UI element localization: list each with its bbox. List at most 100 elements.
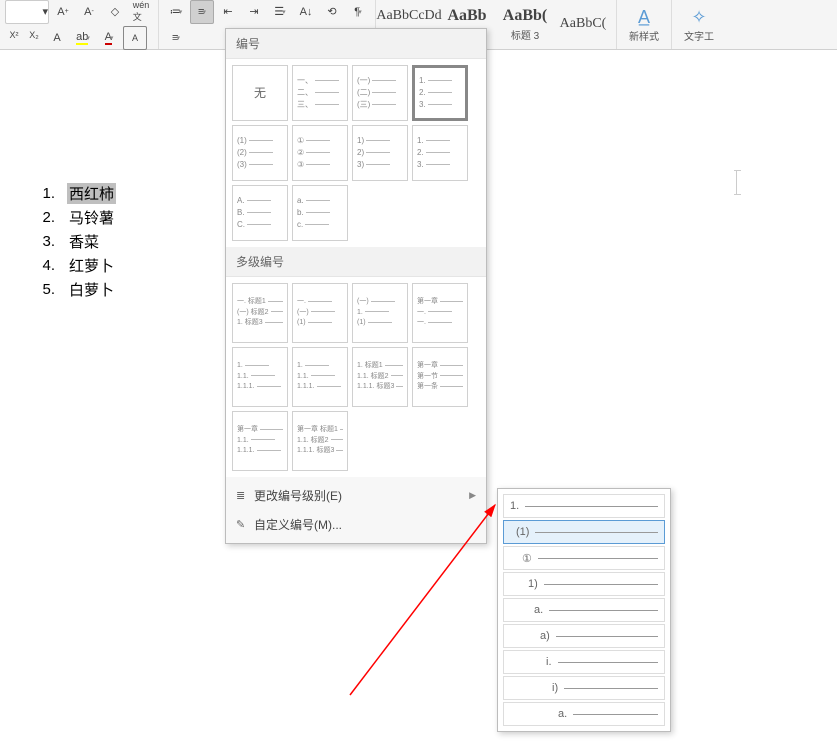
- option-line: 3.: [419, 99, 461, 111]
- numbering-option[interactable]: 第一章一.一.: [412, 283, 468, 343]
- numbering-option[interactable]: ①②③: [292, 125, 348, 181]
- document-list-item[interactable]: 1.西红柿: [25, 183, 116, 204]
- increase-indent-icon[interactable]: ⇥: [242, 0, 266, 24]
- level-line: [538, 558, 658, 559]
- level-line: [535, 532, 658, 533]
- numbering-option[interactable]: A.B.C.: [232, 185, 288, 241]
- level-prefix: (1): [516, 526, 529, 538]
- custom-number-item[interactable]: ✎ 自定义编号(M)...: [226, 510, 486, 539]
- char-border-icon[interactable]: A: [123, 26, 147, 50]
- numbering-option[interactable]: 1. 标题11.1. 标题21.1.1. 标题3: [352, 347, 408, 407]
- option-line: (一) 标题2: [237, 308, 283, 319]
- numbering-option[interactable]: a.b.c.: [292, 185, 348, 241]
- text-direction-icon[interactable]: ⟲: [320, 0, 344, 24]
- option-line: 3): [357, 159, 403, 171]
- level-submenu: 1.(1)①1)a.a)i.i)a.: [497, 488, 671, 732]
- show-marks-icon[interactable]: ¶▾: [346, 0, 370, 24]
- numbering-none[interactable]: 无: [232, 65, 288, 121]
- numbering-option[interactable]: 一.(一) (1): [292, 283, 348, 343]
- numbering-option[interactable]: 1.1.1. 1.1.1.: [292, 347, 348, 407]
- option-line: 三、: [297, 99, 343, 111]
- line-spacing-icon[interactable]: ☰▾: [268, 0, 292, 24]
- level-option[interactable]: 1.: [503, 494, 665, 518]
- superscript-icon[interactable]: X²: [5, 26, 23, 44]
- subscript-icon[interactable]: X₂: [25, 26, 43, 44]
- option-line: 3.: [417, 159, 463, 171]
- level-option[interactable]: 1): [503, 572, 665, 596]
- numbering-option[interactable]: (一)(二)(三): [352, 65, 408, 121]
- level-prefix: i.: [546, 656, 552, 668]
- option-line: C.: [237, 219, 283, 231]
- bullet-list-icon[interactable]: ≔▾: [164, 0, 188, 24]
- style-label: 标题 3: [511, 27, 539, 42]
- list-text: 香菜: [67, 231, 101, 252]
- level-prefix: ①: [522, 552, 532, 565]
- level-option[interactable]: (1): [503, 520, 665, 544]
- document-area[interactable]: 1.西红柿 2.马铃薯 3.香菜 4.红萝卜 5.白萝卜: [25, 180, 116, 303]
- change-level-item[interactable]: ≣ 更改编号级别(E) ▶: [226, 481, 486, 510]
- text-tool-button[interactable]: ✧ 文字工: [676, 3, 722, 47]
- numbering-option[interactable]: 一、二、三、: [292, 65, 348, 121]
- level-option[interactable]: i.: [503, 650, 665, 674]
- style-gallery-item[interactable]: AaBb(标题 3: [496, 3, 554, 47]
- level-prefix: a.: [558, 708, 567, 720]
- align-distribute-icon[interactable]: ≡▾: [164, 26, 188, 50]
- level-line: [558, 662, 659, 663]
- option-line: 一. 标题1: [237, 297, 283, 308]
- increase-font-icon[interactable]: A+: [51, 0, 75, 24]
- numbering-option[interactable]: 第一章1.1.1.1.1.: [232, 411, 288, 471]
- document-list-item[interactable]: 3.香菜: [25, 231, 116, 252]
- numbering-option[interactable]: 第一章第一节第一条: [412, 347, 468, 407]
- font-color-icon[interactable]: A▾: [97, 26, 121, 50]
- decrease-indent-icon[interactable]: ⇤: [216, 0, 240, 24]
- level-option[interactable]: a.: [503, 598, 665, 622]
- option-line: (二): [357, 87, 403, 99]
- option-line: (一): [357, 75, 403, 87]
- change-case-icon[interactable]: A: [45, 26, 69, 50]
- document-list-item[interactable]: 4.红萝卜: [25, 255, 116, 276]
- document-list-item[interactable]: 5.白萝卜: [25, 279, 116, 300]
- option-line: 第一章: [237, 425, 283, 436]
- option-line: (1): [237, 135, 283, 147]
- list-text: 马铃薯: [67, 207, 116, 228]
- text-tool-group: ✧ 文字工: [672, 0, 726, 49]
- level-option[interactable]: ①: [503, 546, 665, 570]
- option-line: 第一条: [417, 382, 463, 393]
- section-header-multilevel: 多级编号: [226, 247, 486, 277]
- option-line: ①: [297, 135, 343, 147]
- option-line: b.: [297, 207, 343, 219]
- option-line: 1.: [417, 135, 463, 147]
- number-list-icon[interactable]: ≡▾: [190, 0, 214, 24]
- level-prefix: 1): [528, 578, 538, 590]
- numbering-option[interactable]: (1)(2)(3): [232, 125, 288, 181]
- clear-format-icon[interactable]: ◇: [103, 0, 127, 24]
- level-option[interactable]: a.: [503, 702, 665, 726]
- option-line: 1. 标题1: [357, 361, 403, 372]
- numbering-option[interactable]: 第一章 标题11.1. 标题21.1.1. 标题3: [292, 411, 348, 471]
- numbering-option[interactable]: 一. 标题1(一) 标题2 1. 标题3: [232, 283, 288, 343]
- option-line: 第一章: [417, 297, 463, 308]
- option-line: 1.1.1.: [237, 382, 283, 393]
- highlight-color-icon[interactable]: ab▾: [71, 26, 95, 50]
- new-style-button[interactable]: A̲ 新样式: [621, 3, 667, 47]
- numbering-option[interactable]: 1.1.1. 1.1.1.: [232, 347, 288, 407]
- new-style-label: 新样式: [629, 28, 659, 43]
- decrease-font-icon[interactable]: A-: [77, 0, 101, 24]
- new-style-icon: A̲: [638, 7, 650, 28]
- level-option[interactable]: a): [503, 624, 665, 648]
- option-line: (2): [237, 147, 283, 159]
- document-list-item[interactable]: 2.马铃薯: [25, 207, 116, 228]
- numbering-option[interactable]: (一) 1. (1): [352, 283, 408, 343]
- numbering-option[interactable]: 1.2.3.: [412, 65, 468, 121]
- numbering-dropdown: 编号 无一、二、三、(一)(二)(三)1.2.3.(1)(2)(3)①②③1)2…: [225, 28, 487, 544]
- phonetic-guide-icon[interactable]: wén文: [129, 0, 153, 24]
- sort-icon[interactable]: A↓: [294, 0, 318, 24]
- option-line: 二、: [297, 87, 343, 99]
- option-line: 1.1.1.: [237, 446, 283, 457]
- level-option[interactable]: i): [503, 676, 665, 700]
- font-size-combo[interactable]: ▾: [5, 0, 49, 24]
- numbering-option[interactable]: 1)2)3): [352, 125, 408, 181]
- style-gallery-item[interactable]: AaBbC(: [554, 3, 612, 47]
- option-line: 一.: [417, 318, 463, 329]
- numbering-option[interactable]: 1.2.3.: [412, 125, 468, 181]
